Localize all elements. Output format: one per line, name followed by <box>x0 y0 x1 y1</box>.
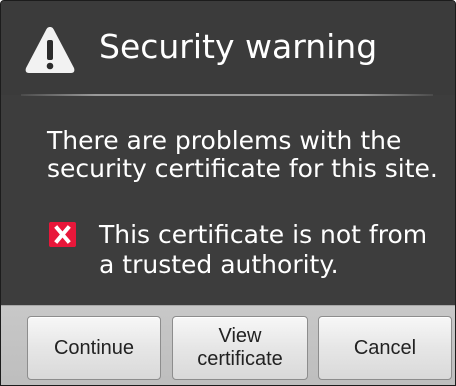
warning-message: There are problems with the security cer… <box>47 126 438 183</box>
view-certificate-button[interactable]: View certificate <box>172 316 308 380</box>
continue-button-label: Continue <box>53 337 135 359</box>
cancel-button[interactable]: Cancel <box>318 316 452 380</box>
button-bar: Continue View certificate Cancel <box>1 305 455 385</box>
certificate-error-item: This certificate is not from a trusted a… <box>47 220 447 280</box>
error-x-icon <box>49 222 76 247</box>
dialog-title: Security warning <box>99 27 378 66</box>
view-certificate-label-line2: certificate <box>197 348 283 370</box>
certificate-error-text: This certificate is not from a trusted a… <box>99 220 428 279</box>
dialog-header: Security warning <box>1 1 455 95</box>
security-warning-dialog: Security warning There are problems with… <box>0 0 456 386</box>
continue-button[interactable]: Continue <box>27 316 161 380</box>
cancel-button-label: Cancel <box>353 337 417 359</box>
view-certificate-label-line1: View <box>218 325 262 347</box>
header-divider <box>21 94 433 96</box>
warning-icon <box>25 27 75 73</box>
